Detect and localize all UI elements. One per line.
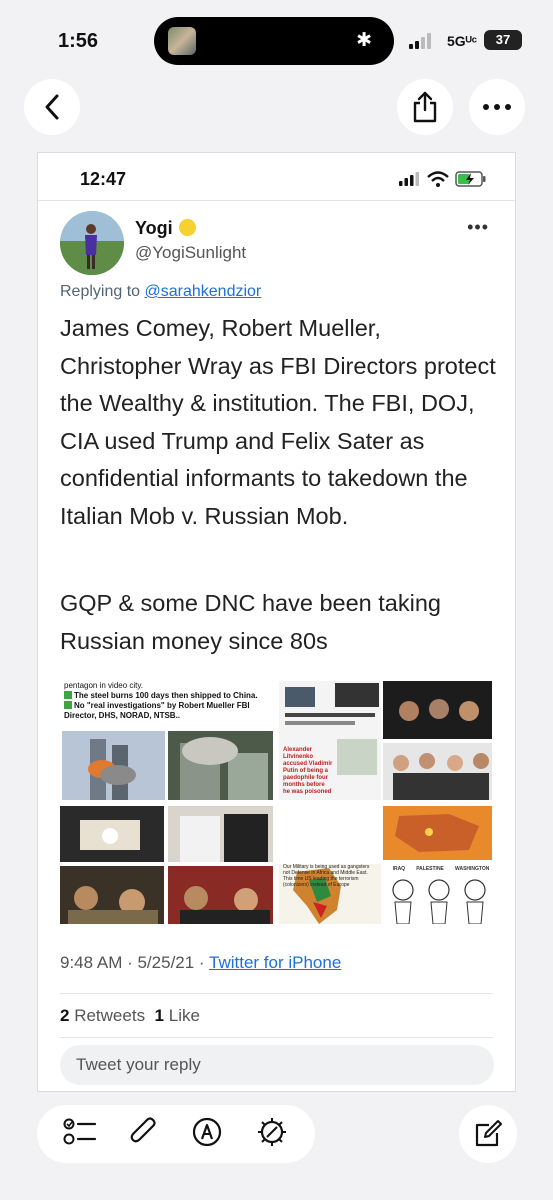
checklist-icon (63, 1118, 97, 1144)
replying-to-link[interactable]: @sarahkendzior (145, 283, 262, 300)
bluetooth-icon: ✱ (356, 30, 372, 51)
markup-icon (192, 1117, 222, 1146)
share-icon (413, 91, 437, 123)
media-image-1[interactable]: pentagon in video city. The steel burns … (60, 681, 273, 800)
screenshot-card: 12:47 Yogi @YogiSunlight ••• Replying to… (37, 152, 516, 1092)
share-button[interactable] (397, 79, 453, 135)
battery-icon: 37 (484, 30, 522, 50)
cartoon-label-iraq: IRAQ (392, 865, 406, 872)
checklist-button[interactable] (63, 1117, 97, 1152)
media-grid: pentagon in video city. The steel burns … (60, 681, 492, 924)
retweets-label[interactable]: Retweets (74, 1006, 145, 1025)
media-1-photos (62, 731, 273, 800)
compose-icon (475, 1120, 502, 1147)
paperclip-icon (130, 1116, 156, 1142)
now-playing-thumbnail (168, 27, 196, 55)
tweet-timestamp: 9:48 AM · 5/25/21 · (60, 953, 205, 972)
inner-signal-icon (399, 172, 419, 186)
divider (60, 993, 493, 994)
tweet-reply-input[interactable]: Tweet your reply (60, 1045, 494, 1085)
tweet-more-icon[interactable]: ••• (467, 217, 489, 238)
inner-status-icons (399, 171, 487, 187)
markup-toolbar (37, 1105, 315, 1163)
back-button[interactable] (24, 79, 80, 135)
more-icon (483, 104, 511, 110)
inner-battery-icon (455, 171, 486, 187)
author-handle[interactable]: @YogiSunlight (135, 243, 246, 263)
replying-to-line: Replying to @sarahkendzior (60, 283, 261, 301)
markup-button[interactable] (191, 1116, 223, 1153)
avatar-photo (60, 211, 124, 275)
compose-button[interactable] (459, 1105, 517, 1163)
inner-status-bar: 12:47 (38, 153, 515, 201)
tweet-meta: 9:48 AM · 5/25/21 · Twitter for iPhone (60, 953, 341, 973)
likes-label[interactable]: Like (169, 1006, 200, 1025)
media-3-photos (60, 805, 273, 924)
media-2-headline: Alexander Litvinenko accused Vladimir Pu… (283, 747, 333, 795)
retweets-count[interactable]: 2 (60, 1006, 69, 1025)
inner-status-time: 12:47 (80, 169, 127, 189)
media-image-3[interactable] (60, 805, 273, 924)
author-name-text: Yogi (135, 218, 173, 238)
tweet-stats: 2 Retweets 1 Like (60, 1006, 200, 1026)
tweet-source-link[interactable]: Twitter for iPhone (209, 953, 341, 972)
back-arrow-icon (45, 94, 59, 120)
cartoon-label-washington: WASHINGTON (455, 865, 490, 872)
tweet-text-1: James Comey, Robert Mueller, Christopher… (60, 315, 496, 529)
wifi-icon (427, 171, 449, 187)
author-name[interactable]: Yogi (135, 218, 196, 239)
apple-intelligence-button[interactable] (255, 1115, 289, 1154)
media-4-cartoon-labels: IRAQ PALESTINE WASHINGTON (387, 866, 492, 872)
cartoon-label-palestine: PALESTINE (416, 865, 444, 872)
author-avatar[interactable] (60, 211, 124, 275)
likes-count[interactable]: 1 (155, 1006, 164, 1025)
media-image-2[interactable]: Alexander Litvinenko accused Vladimir Pu… (279, 681, 492, 800)
media-4-caption: Our Military is being used as gangsters … (283, 863, 370, 888)
cellular-signal-icon (409, 33, 431, 49)
tweet-text-2: GQP & some DNC have been taking Russian … (60, 590, 441, 654)
divider (60, 1037, 493, 1038)
network-type: 5Gᵁᶜ (447, 33, 478, 49)
magic-icon (258, 1117, 286, 1146)
status-bar: 1:56 ✱ 5Gᵁᶜ 37 (0, 0, 553, 84)
attachment-button[interactable] (129, 1116, 159, 1153)
sun-emoji-icon (178, 219, 196, 236)
media-image-4[interactable]: Our Military is being used as gangsters … (279, 805, 492, 924)
more-button[interactable] (469, 79, 525, 135)
status-time: 1:56 (58, 30, 99, 52)
dynamic-island[interactable]: ✱ (154, 17, 394, 65)
replying-prefix: Replying to (60, 283, 141, 300)
